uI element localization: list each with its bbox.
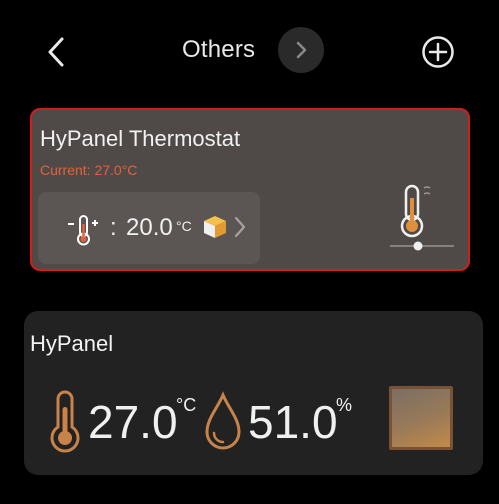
humidity-value: 51.0 — [248, 396, 338, 448]
page-title: Others — [182, 36, 256, 63]
thermometer-adjust-icon — [68, 215, 98, 246]
chevron-right-icon — [296, 41, 307, 59]
droplet-icon — [205, 391, 241, 450]
device-card-hypanel[interactable]: HyPanel 27.0 °C 51.0 % — [24, 311, 483, 475]
device-name: HyPanel — [30, 331, 114, 356]
chevron-left-icon[interactable] — [40, 34, 76, 70]
setpoint-control[interactable]: : 20.0 °C — [38, 192, 260, 264]
chevron-right-icon — [234, 216, 246, 238]
box-icon — [204, 216, 226, 238]
header-bar: Others — [0, 0, 499, 100]
panel-square-icon[interactable] — [389, 386, 453, 450]
setpoint-unit: °C — [176, 218, 192, 234]
current-temperature: Current: 27.0°C — [40, 162, 138, 178]
setpoint-value: 20.0 — [126, 214, 173, 241]
humidity-unit: % — [336, 395, 353, 415]
add-device-button[interactable] — [420, 34, 456, 70]
temperature-unit: °C — [176, 395, 197, 415]
thermostat-slider-icon[interactable] — [384, 182, 456, 256]
thermometer-icon — [50, 390, 80, 453]
temperature-value: 27.0 — [88, 396, 178, 448]
next-category-button[interactable] — [278, 27, 324, 73]
device-name: HyPanel Thermostat — [40, 126, 241, 151]
setpoint-separator: : — [110, 214, 117, 241]
device-card-hypanel-thermostat[interactable]: HyPanel Thermostat Current: 27.0°C : 20.… — [30, 108, 470, 271]
